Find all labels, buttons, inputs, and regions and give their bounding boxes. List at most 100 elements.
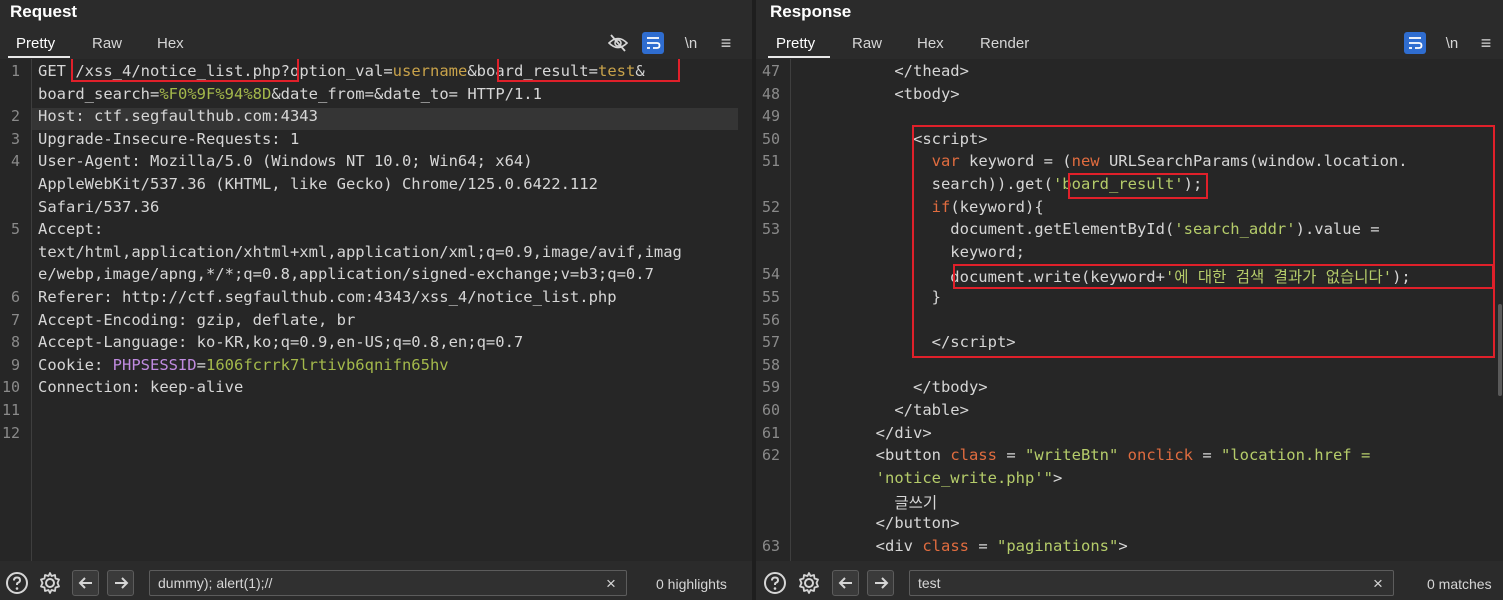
request-tabbar: Pretty Raw Hex \n ≡: [0, 30, 752, 58]
code-line: document.write(keyword+'에 대한 검색 결과가 없습니다…: [801, 268, 1411, 287]
clear-search-icon[interactable]: ×: [1373, 574, 1383, 594]
code-line: <tbody>: [801, 84, 960, 103]
clear-search-icon[interactable]: ×: [606, 574, 616, 594]
response-gutter-divider: [790, 59, 791, 561]
request-active-tab-underline: [8, 56, 70, 58]
code-line: keyword;: [801, 242, 1025, 261]
line-number: 5: [10, 220, 20, 239]
line-number: 12: [1, 423, 20, 442]
line-number: 2: [10, 107, 20, 126]
response-tab-raw[interactable]: Raw: [852, 35, 882, 52]
wrap-lines-icon[interactable]: [1404, 32, 1426, 54]
code-line: Safari/537.36: [38, 197, 160, 216]
response-tab-render[interactable]: Render: [980, 35, 1029, 52]
help-icon[interactable]: [762, 570, 788, 596]
arrow-right-icon[interactable]: [107, 570, 134, 596]
menu-icon[interactable]: ≡: [1476, 32, 1496, 54]
code-line: }: [801, 288, 941, 306]
line-number: 6: [10, 288, 20, 306]
code-line: e/webp,image/apng,*/*;q=0.8,application/…: [38, 265, 654, 284]
line-number: 7: [10, 310, 20, 329]
line-number: 8: [10, 333, 20, 352]
gear-icon[interactable]: [37, 570, 63, 596]
line-number: 53: [761, 220, 780, 239]
response-tabbar: Pretty Raw Hex Render \n ≡: [756, 30, 1503, 58]
line-number: 55: [761, 288, 780, 306]
code-line: </script>: [801, 333, 1016, 352]
response-title: Response: [770, 2, 852, 21]
line-number: 9: [10, 355, 20, 374]
gear-icon[interactable]: [796, 570, 822, 596]
line-number: 63: [761, 536, 780, 555]
line-number: 48: [761, 84, 780, 103]
code-line: </button>: [801, 514, 960, 532]
code-line: <button class = "writeBtn" onclick = "lo…: [801, 446, 1371, 465]
code-line: search)).get('board_result');: [801, 175, 1203, 193]
code-line: GET /xss_4/notice_list.php?option_val=us…: [38, 62, 645, 80]
line-number: 56: [761, 310, 780, 329]
request-tab-pretty[interactable]: Pretty: [16, 35, 55, 52]
response-pane: Response Pretty Raw Hex Render \n ≡ 47 <…: [756, 0, 1503, 600]
response-match-count: 0 matches: [1427, 576, 1492, 592]
line-number: 52: [761, 197, 780, 216]
code-line: 글쓰기: [801, 494, 938, 513]
response-tab-hex[interactable]: Hex: [917, 35, 944, 52]
menu-icon[interactable]: ≡: [716, 32, 736, 54]
code-line: Host: ctf.segfaulthub.com:4343: [38, 107, 318, 126]
line-number: 54: [761, 265, 780, 284]
line-number: 50: [761, 129, 780, 148]
code-line: board_search=%F0%9F%94%8D&date_from=&dat…: [38, 84, 542, 103]
line-number: 4: [10, 152, 20, 171]
request-pane: Request Pretty Raw Hex \n ≡ 1 GET /xss_4/…: [0, 0, 752, 600]
line-number: 47: [761, 62, 780, 80]
code-line: </div>: [801, 423, 932, 442]
response-tab-pretty[interactable]: Pretty: [776, 35, 815, 52]
request-search-box: ×: [149, 570, 627, 596]
line-number: 10: [1, 378, 20, 397]
line-number: 58: [761, 355, 780, 374]
request-tab-raw[interactable]: Raw: [92, 35, 122, 52]
request-tab-hex[interactable]: Hex: [157, 35, 184, 52]
code-line: text/html,application/xhtml+xml,applicat…: [38, 242, 682, 261]
line-number: 59: [761, 378, 780, 397]
response-editor[interactable]: 47 </thead> 48 <tbody> 49 50 <script> 51 var…: [756, 59, 1503, 561]
response-search-input[interactable]: [918, 571, 1338, 595]
response-bottom-bar: × 0 matches: [756, 566, 1503, 600]
code-line: Cookie: PHPSESSID=1606fcrrk7lrtivb6qnifn…: [38, 355, 449, 374]
code-line: Accept-Encoding: gzip, deflate, br: [38, 310, 356, 329]
line-number: 3: [10, 129, 20, 148]
code-line: <div class = "paginations">: [801, 536, 1128, 555]
request-title: Request: [10, 2, 78, 21]
code-line: User-Agent: Mozilla/5.0 (Windows NT 10.0…: [38, 152, 533, 171]
help-icon[interactable]: [4, 570, 30, 596]
hide-eye-icon[interactable]: [606, 32, 630, 54]
line-number: 51: [761, 152, 780, 171]
request-editor[interactable]: 1 GET /xss_4/notice_list.php?option_val=u…: [0, 59, 752, 561]
code-line: 'notice_write.php'">: [875, 468, 1063, 487]
code-line: </tbody>: [801, 378, 988, 397]
newline-icon[interactable]: \n: [681, 32, 701, 54]
arrow-left-icon[interactable]: [832, 570, 859, 596]
request-search-input[interactable]: [158, 571, 578, 595]
code-line: Accept:: [38, 220, 104, 239]
request-highlight-count: 0 highlights: [656, 576, 727, 592]
line-number: 62: [761, 446, 780, 465]
line-number: 1: [10, 62, 20, 80]
arrow-left-icon[interactable]: [72, 570, 99, 596]
newline-icon[interactable]: \n: [1442, 32, 1462, 54]
code-line: document.getElementById('search_addr').v…: [801, 220, 1380, 239]
line-number: 57: [761, 333, 780, 352]
code-line: Referer: http://ctf.segfaulthub.com:4343…: [38, 288, 617, 306]
code-line: var keyword = (new URLSearchParams(windo…: [931, 152, 1408, 171]
wrap-lines-icon[interactable]: [642, 32, 664, 54]
code-line: Accept-Language: ko-KR,ko;q=0.9,en-US;q=…: [38, 333, 524, 352]
request-gutter-divider: [31, 59, 32, 561]
line-number: 49: [761, 107, 780, 126]
response-scrollbar-thumb[interactable]: [1498, 304, 1502, 396]
request-bottom-bar: × 0 highlights: [0, 566, 752, 600]
response-search-box: ×: [909, 570, 1394, 596]
code-line: AppleWebKit/537.36 (KHTML, like Gecko) C…: [38, 175, 598, 193]
code-line: </table>: [801, 401, 969, 419]
arrow-right-icon[interactable]: [867, 570, 894, 596]
line-number: 60: [761, 401, 780, 419]
